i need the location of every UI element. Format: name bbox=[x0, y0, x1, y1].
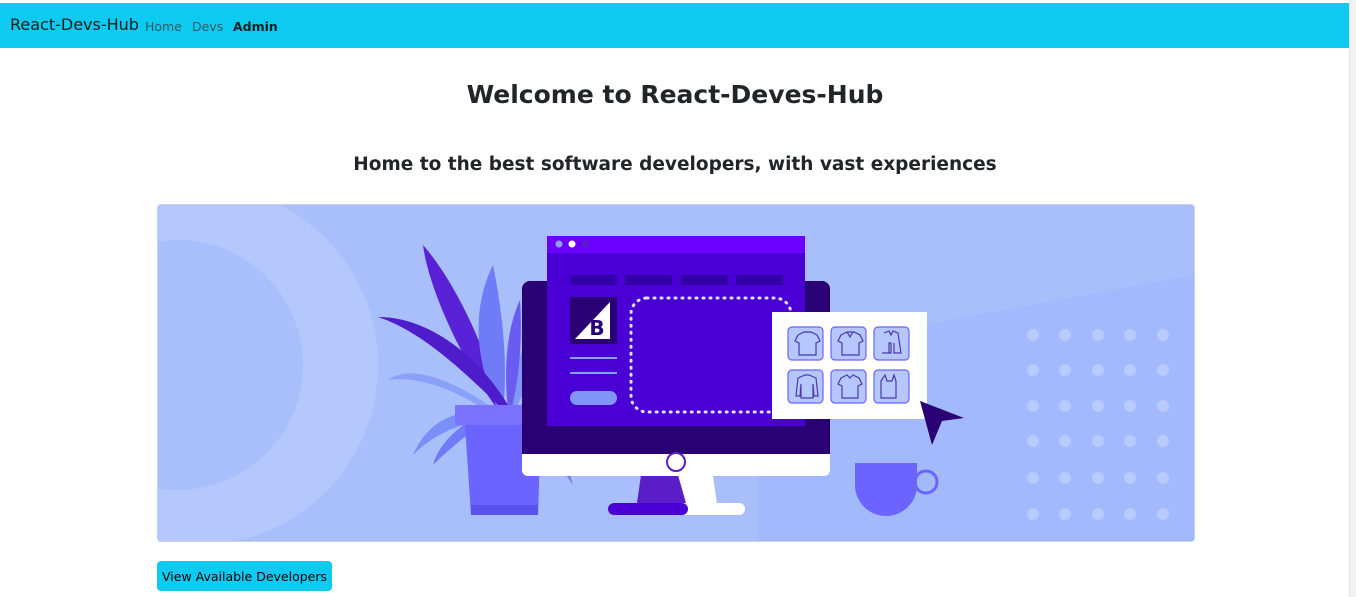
top-navbar: React-Devs-Hub Home Devs Admin bbox=[0, 3, 1350, 48]
page-subtitle: Home to the best software developers, wi… bbox=[353, 154, 997, 175]
vertical-scrollbar[interactable] bbox=[1349, 0, 1356, 597]
navbar-brand[interactable]: React-Devs-Hub bbox=[10, 15, 139, 34]
nav-link-home[interactable]: Home bbox=[145, 19, 182, 34]
nav-link-admin[interactable]: Admin bbox=[233, 19, 278, 34]
view-developers-button[interactable]: View Available Developers bbox=[157, 561, 332, 591]
logo-letter: B bbox=[589, 316, 604, 340]
hero-illustration: B bbox=[157, 204, 1195, 542]
page-title: Welcome to React-Deves-Hub bbox=[466, 80, 884, 109]
nav-link-devs[interactable]: Devs bbox=[192, 19, 223, 34]
